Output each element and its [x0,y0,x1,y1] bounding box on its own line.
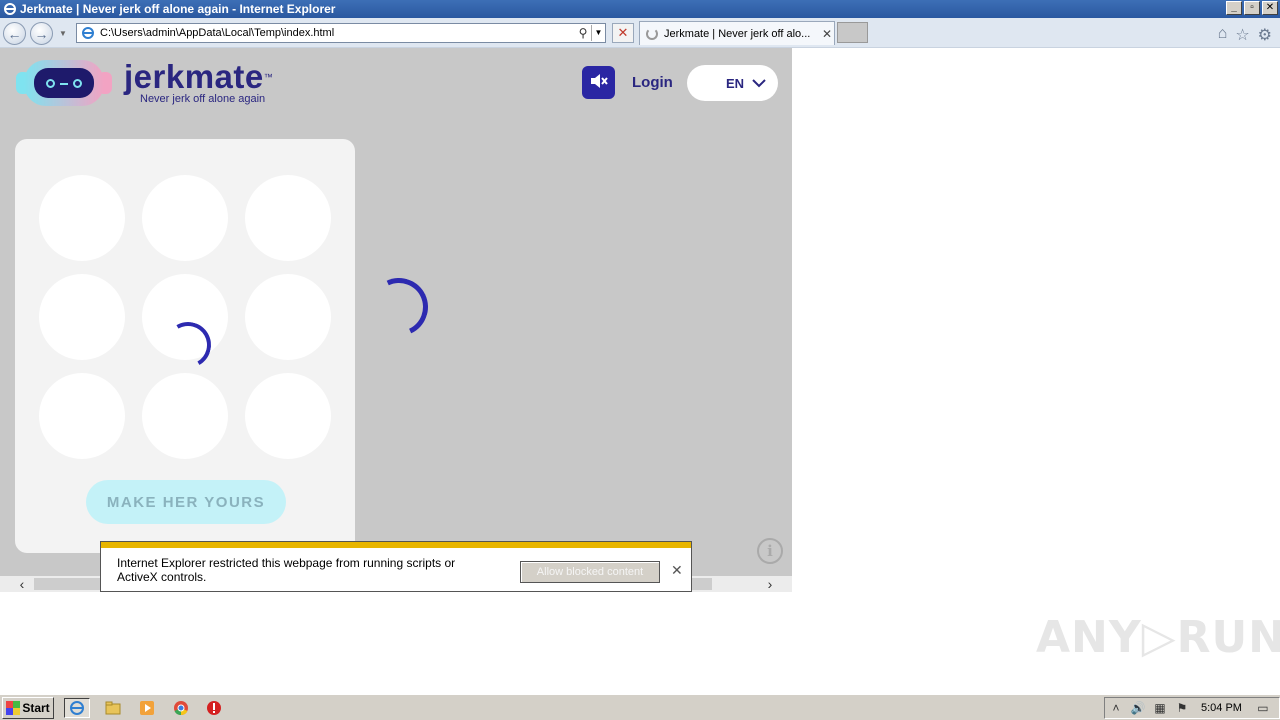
loading-spinner-icon [361,269,437,345]
profile-grid [39,175,331,459]
loading-icon [646,27,658,40]
restore-button[interactable]: ▫ [1244,1,1260,15]
stop-button[interactable]: ✕ [612,23,634,43]
scroll-right-icon[interactable]: › [762,576,778,592]
title-bar: Jerkmate | Never jerk off alone again - … [0,0,1280,18]
forward-button[interactable]: → [30,22,53,45]
stop-sign-icon[interactable] [201,698,227,718]
anyrun-watermark: ANY▷RUN [1036,612,1280,663]
robot-mascot-icon [14,58,114,108]
language-code: EN [725,75,744,91]
mute-button[interactable] [582,66,615,99]
address-dropdown-icon[interactable]: ▼ [591,25,605,41]
notification-message: Internet Explorer restricted this webpag… [117,556,456,584]
show-hidden-icons-icon[interactable]: ˄ [1105,701,1127,715]
start-button[interactable]: Start [2,697,54,719]
make-her-yours-button[interactable]: MAKE HER YOURS [86,480,286,524]
info-icon[interactable]: i [757,538,783,564]
clock[interactable]: 5:04 PM [1201,702,1242,714]
profile-slot[interactable] [39,373,125,459]
chevron-down-icon [752,75,766,91]
windows-flag-icon [6,701,21,715]
window-title: Jerkmate | Never jerk off alone again - … [20,2,336,16]
back-button[interactable]: ← [3,22,26,45]
close-window-button[interactable]: ✕ [1262,1,1278,15]
settings-gear-icon[interactable]: ⚙ [1258,25,1272,45]
allow-blocked-content-button[interactable]: Allow blocked content [520,561,660,583]
navigation-bar: ← → ▼ C:\Users\admin\AppData\Local\Temp\… [0,18,1280,48]
profile-slot[interactable] [39,274,125,360]
brand-text: jerkmate™ Never jerk off alone again [124,58,274,105]
language-selector[interactable]: EN [687,65,778,101]
search-icon[interactable]: ⚲ [575,26,591,40]
profile-slot[interactable] [142,373,228,459]
profile-slot[interactable] [142,175,228,261]
home-icon[interactable]: ⌂ [1218,25,1228,45]
address-bar[interactable]: C:\Users\admin\AppData\Local\Temp\index.… [76,23,606,43]
network-icon[interactable]: ▦ [1149,701,1171,715]
favorites-star-icon[interactable]: ☆ [1235,25,1249,45]
forward-arrow-icon: → [34,25,49,42]
page-icon [80,25,96,41]
url-text[interactable]: C:\Users\admin\AppData\Local\Temp\index.… [100,27,575,39]
brand-name: jerkmate [124,58,264,95]
start-label: Start [22,701,50,715]
profile-slot[interactable] [245,274,331,360]
login-link[interactable]: Login [632,74,673,91]
scroll-left-icon[interactable]: ‹ [14,576,30,592]
page-content: jerkmate™ Never jerk off alone again Log… [0,48,792,576]
minimize-button[interactable]: _ [1226,1,1242,15]
media-player-icon[interactable] [134,698,160,718]
tab-close-icon[interactable]: ✕ [820,27,834,41]
system-tray: ˄ 🔊 ▦ ⚑ 5:04 PM ▭ [1104,697,1280,719]
speaker-muted-icon [589,72,609,93]
tab-label: Jerkmate | Never jerk off alo... [664,27,811,40]
jerkmate-logo[interactable]: jerkmate™ Never jerk off alone again [14,58,273,108]
volume-icon[interactable]: 🔊 [1127,701,1149,715]
internet-explorer-icon [2,1,18,17]
security-notification-bar: Internet Explorer restricted this webpag… [100,541,692,592]
new-tab-button[interactable] [837,22,868,43]
close-icon[interactable]: ✕ [671,562,683,579]
taskbar: Start ˄ 🔊 ▦ ⚑ 5:04 PM ▭ [0,694,1280,720]
internet-explorer-taskbar-icon[interactable] [64,698,90,718]
profile-slot[interactable] [245,373,331,459]
file-explorer-icon[interactable] [100,698,126,718]
profile-slot[interactable] [39,175,125,261]
tab-jerkmate[interactable]: Jerkmate | Never jerk off alo... ✕ [639,21,835,45]
history-dropdown-icon[interactable]: ▼ [59,29,67,38]
brand-tagline: Never jerk off alone again [140,93,266,105]
profile-slot[interactable] [245,175,331,261]
trademark: ™ [263,72,274,82]
action-center-flag-icon[interactable]: ⚑ [1171,701,1193,715]
back-arrow-icon: ← [7,25,22,42]
chrome-icon[interactable] [168,698,194,718]
show-desktop-icon[interactable]: ▭ [1252,701,1274,715]
